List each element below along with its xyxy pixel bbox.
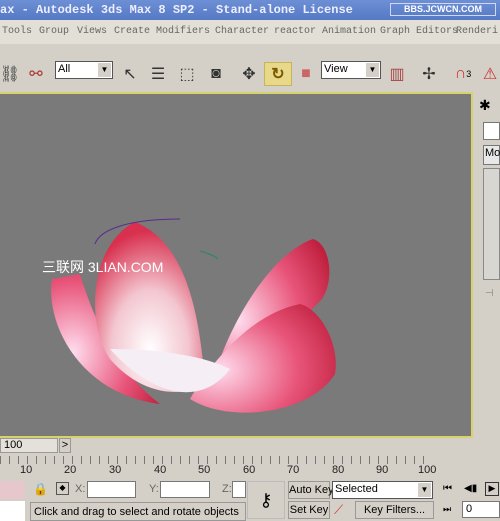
site-watermark: BBS.JCWCN.COM bbox=[390, 3, 496, 16]
prompt-line: Click and drag to select and rotate obje… bbox=[30, 502, 246, 521]
go-to-start-icon[interactable]: ⏮ bbox=[443, 483, 452, 494]
menu-group[interactable]: Group bbox=[39, 26, 69, 37]
scale-icon[interactable]: ■ bbox=[296, 62, 316, 86]
tick-label: 100 bbox=[418, 464, 437, 476]
menu-create[interactable]: Create bbox=[114, 26, 150, 37]
auto-key-button[interactable]: Auto Key bbox=[288, 481, 334, 499]
y-coordinate-field[interactable] bbox=[160, 481, 210, 498]
tick-label: 70 bbox=[287, 464, 300, 476]
object-name-field[interactable] bbox=[483, 122, 500, 140]
gizmo-arc bbox=[199, 250, 219, 260]
x-label: X: bbox=[75, 483, 86, 495]
key-mode-dropdown[interactable]: Selected ▼ bbox=[332, 481, 433, 499]
modifier-stack[interactable] bbox=[483, 168, 500, 280]
absolute-mode-icon[interactable]: ◆ bbox=[56, 482, 69, 495]
manipulate-icon[interactable]: ✢ bbox=[418, 62, 440, 86]
modifier-list-dropdown[interactable]: Mo bbox=[483, 145, 500, 165]
menu-modifiers[interactable]: Modifiers bbox=[156, 26, 210, 37]
tick-label: 40 bbox=[154, 464, 167, 476]
track-bar[interactable]: 10 20 30 40 50 60 70 80 90 100 bbox=[0, 454, 500, 479]
pin-stack-icon[interactable]: ⊣ bbox=[485, 288, 494, 299]
tick-label: 30 bbox=[109, 464, 122, 476]
create-tab-icon[interactable]: ✱ bbox=[479, 97, 491, 114]
menu-tools[interactable]: Tools bbox=[2, 26, 32, 37]
menu-reactor[interactable]: reactor bbox=[274, 26, 316, 37]
reference-coord-dropdown[interactable]: View ▼ bbox=[321, 61, 381, 79]
pivot-center-icon[interactable]: ▥ bbox=[386, 62, 408, 86]
next-frame-button[interactable]: > bbox=[59, 438, 71, 453]
menu-views[interactable]: Views bbox=[77, 26, 107, 37]
previous-frame-icon[interactable]: ◀▮ bbox=[464, 483, 477, 494]
command-panel: ✱ Mo ⊣ bbox=[473, 92, 500, 438]
set-key-button[interactable]: Set Key bbox=[288, 501, 330, 519]
y-label: Y: bbox=[149, 483, 159, 495]
chevron-down-icon: ▼ bbox=[366, 63, 379, 77]
play-icon[interactable]: ▶ bbox=[485, 482, 499, 496]
z-label: Z: bbox=[222, 483, 232, 495]
chevron-down-icon: ▼ bbox=[418, 483, 431, 497]
window-title: ax - Autodesk 3ds Max 8 SP2 - Stand-alon… bbox=[0, 3, 353, 17]
rectangle-selection-icon[interactable]: ⬚ bbox=[176, 62, 198, 86]
tick-label: 10 bbox=[20, 464, 33, 476]
current-frame-field[interactable]: 0 bbox=[462, 501, 500, 518]
status-area: 🔒 ◆ X: Y: Z: Click and drag to select an… bbox=[0, 479, 500, 521]
tick-label: 80 bbox=[332, 464, 345, 476]
window-crossing-icon[interactable]: ◙ bbox=[204, 62, 228, 86]
default-tangents-icon[interactable]: ⟋ bbox=[334, 502, 343, 518]
select-object-icon[interactable]: ↖ bbox=[120, 62, 140, 86]
tick-label: 60 bbox=[243, 464, 256, 476]
menu-graph-editors[interactable]: Graph Editors bbox=[380, 26, 458, 37]
flower-model[interactable]: 三联网 3LIAN.COM bbox=[0, 94, 471, 436]
ruler-ticks bbox=[0, 456, 430, 464]
lock-icon[interactable]: 🔒 bbox=[33, 482, 48, 496]
maxscript-mini-field[interactable] bbox=[0, 501, 25, 521]
key-mode-toggle-icon[interactable]: ⏭ bbox=[443, 504, 451, 515]
x-coordinate-field[interactable] bbox=[87, 481, 136, 498]
menu-bar: Tools Group Views Create Modifiers Chara… bbox=[0, 20, 500, 44]
select-by-name-icon[interactable]: ☰ bbox=[147, 62, 169, 86]
link-icon[interactable]: ⛓ bbox=[0, 62, 20, 86]
viewport-watermark: 三联网 3LIAN.COM bbox=[42, 259, 163, 275]
bind-space-warp-icon[interactable]: ⚯ bbox=[24, 62, 48, 86]
maxscript-listener[interactable] bbox=[0, 481, 25, 499]
z-coordinate-field[interactable] bbox=[232, 481, 246, 498]
time-slider-thumb[interactable]: 100 bbox=[0, 438, 58, 453]
selection-filter-dropdown[interactable]: All ▼ bbox=[55, 61, 113, 79]
angle-snap-icon[interactable]: ⚠ bbox=[480, 62, 500, 86]
main-toolbar: ⛓ ⚯ All ▼ ↖ ☰ ⬚ ◙ ✥ ↻ ■ View ▼ ▥ ✢ ∩ 3 ⚠ bbox=[0, 44, 500, 92]
petal-right-front bbox=[190, 304, 336, 413]
tick-label: 50 bbox=[198, 464, 211, 476]
rotate-icon[interactable]: ↻ bbox=[264, 62, 292, 86]
set-key-mode-key-icon[interactable]: ⚷ bbox=[247, 481, 285, 519]
time-slider: 100 > bbox=[0, 438, 500, 454]
tick-label: 90 bbox=[376, 464, 389, 476]
move-icon[interactable]: ✥ bbox=[237, 62, 261, 86]
menu-character[interactable]: Character bbox=[215, 26, 269, 37]
perspective-viewport[interactable]: 三联网 3LIAN.COM bbox=[0, 92, 473, 438]
tick-label: 20 bbox=[64, 464, 77, 476]
menu-animation[interactable]: Animation bbox=[322, 26, 376, 37]
chevron-down-icon: ▼ bbox=[98, 63, 111, 77]
snap-toggle-icon[interactable]: ∩ 3 bbox=[450, 62, 476, 86]
key-filters-button[interactable]: Key Filters... bbox=[355, 501, 434, 519]
menu-rendering[interactable]: Renderi bbox=[456, 26, 498, 37]
